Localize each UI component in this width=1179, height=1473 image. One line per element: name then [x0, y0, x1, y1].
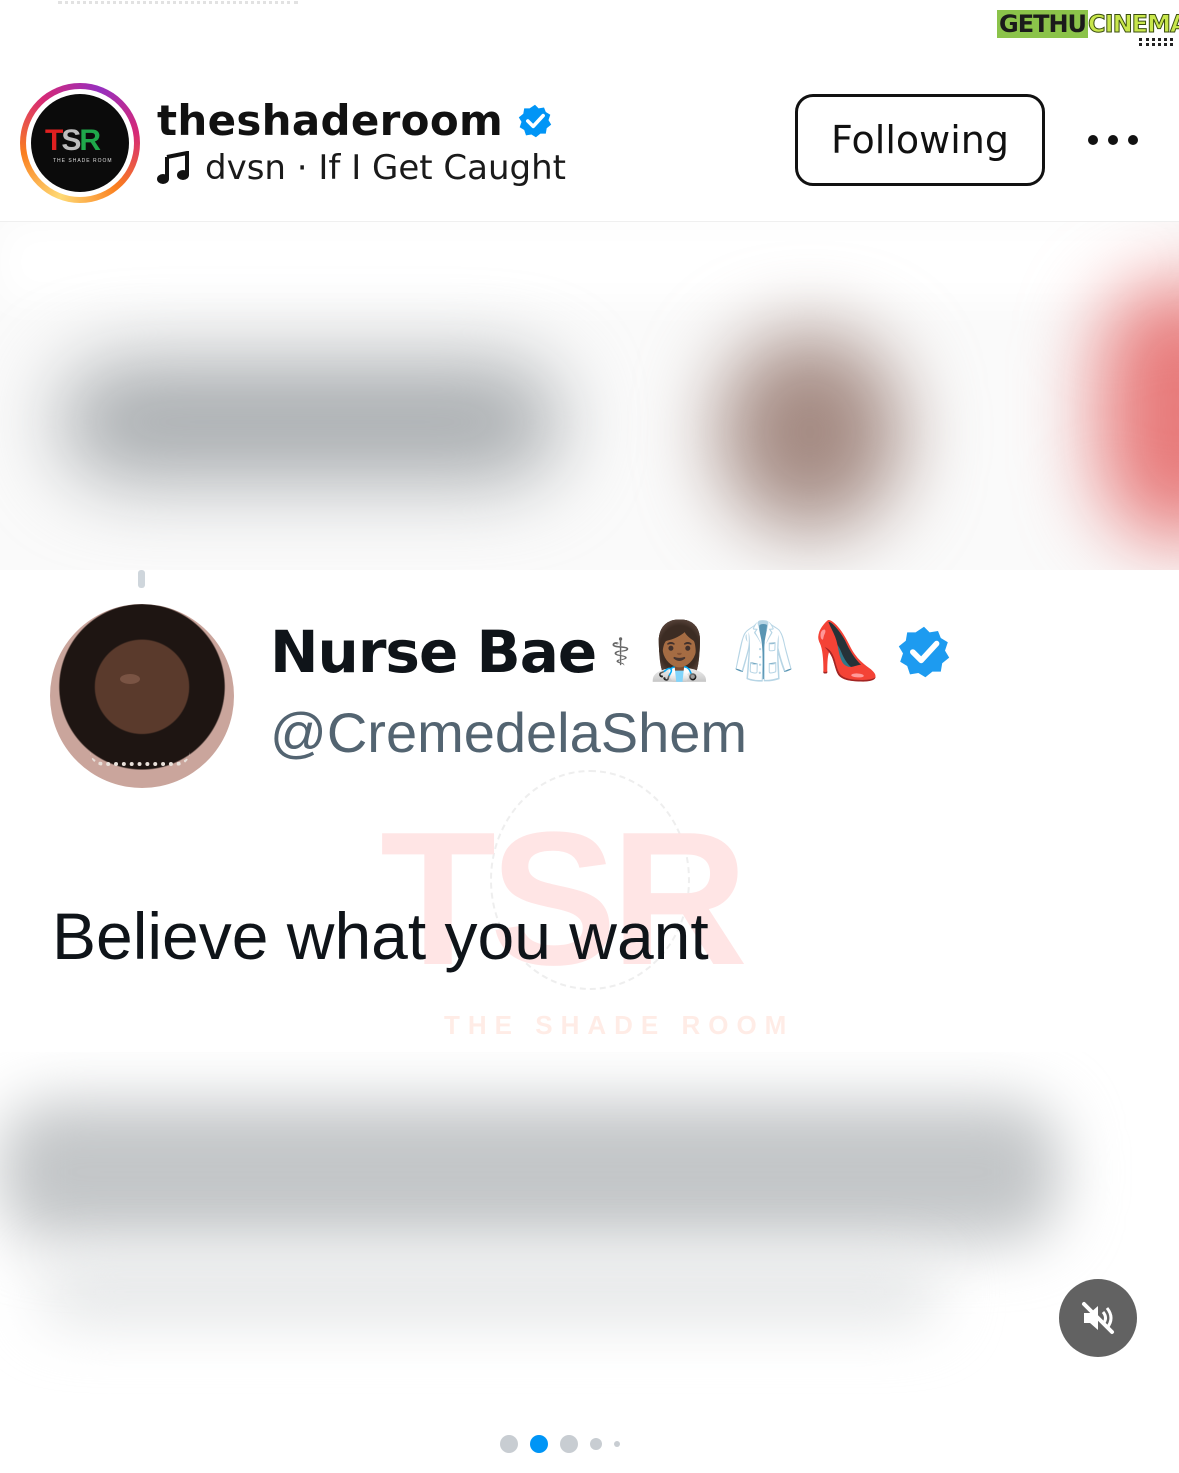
blur-shape	[1100, 282, 1179, 542]
logo-letter-s: S	[61, 124, 81, 157]
logo-letter-r: R	[79, 124, 101, 157]
tweet-card: TSR THE SHADE ROOM Nurse Bae ⚕ 👩🏾‍⚕️ 🥼 👠…	[0, 570, 1179, 1052]
blurred-top-region	[0, 222, 1179, 570]
more-dot	[1088, 135, 1098, 145]
thread-line	[138, 570, 145, 588]
avatar-inner-border: TSR THE SHADE ROOM	[26, 89, 134, 197]
carousel-dot	[559, 1435, 578, 1453]
avatar[interactable]: TSR THE SHADE ROOM	[31, 94, 129, 192]
carousel-dot-active	[529, 1435, 548, 1453]
more-horizontal-icon[interactable]	[1088, 132, 1138, 148]
mute-button[interactable]	[1059, 1279, 1137, 1357]
tweet-text: Believe what you want	[52, 899, 709, 973]
watermark-part2: CINEMA	[1088, 10, 1179, 39]
blurred-bottom-region	[0, 1052, 1179, 1473]
blur-shape	[60, 362, 560, 482]
username[interactable]: theshaderoom	[157, 96, 503, 145]
gethu-cinema-watermark: GETHUCINEMA	[997, 4, 1179, 46]
audio-row[interactable]: dvsn · If I Get Caught	[157, 148, 566, 188]
watermark-text: GETHUCINEMA	[997, 10, 1179, 39]
blur-shape	[40, 1262, 940, 1322]
story-ring[interactable]: TSR THE SHADE ROOM	[20, 83, 140, 203]
carousel-dot	[589, 1438, 602, 1450]
following-button[interactable]: Following	[795, 94, 1045, 186]
tweet-name-row: Nurse Bae ⚕ 👩🏾‍⚕️ 🥼 👠	[270, 618, 952, 686]
username-row: theshaderoom	[157, 96, 553, 145]
tweet-display-name: Nurse Bae	[270, 618, 597, 686]
caduceus-emoji: ⚕	[610, 630, 631, 674]
more-dot	[1128, 135, 1138, 145]
carousel-dot	[499, 1435, 518, 1453]
high-heel-emoji: 👠	[812, 619, 882, 684]
blur-shape	[0, 1102, 1060, 1242]
blur-shape	[0, 222, 1179, 302]
tweet-verified-badge-icon	[898, 626, 950, 678]
avatar-detail	[90, 752, 190, 766]
post-media[interactable]: TSR THE SHADE ROOM Nurse Bae ⚕ 👩🏾‍⚕️ 🥼 👠…	[0, 222, 1179, 1473]
lab-coat-emoji: 🥼	[728, 619, 799, 684]
audio-track: dvsn · If I Get Caught	[205, 148, 567, 188]
film-strip-icon	[1139, 38, 1173, 46]
carousel-indicator	[0, 1435, 1179, 1453]
carousel-dot	[613, 1441, 620, 1447]
avatar-detail	[120, 674, 140, 684]
health-worker-emoji: 👩🏾‍⚕️	[644, 619, 715, 684]
tsr-logo: TSR	[45, 124, 101, 158]
logo-subtitle: THE SHADE ROOM	[53, 158, 113, 164]
cropped-previous-content	[58, 0, 298, 4]
muted-speaker-icon	[1082, 1302, 1114, 1334]
tweet-avatar	[50, 604, 234, 788]
more-dot	[1108, 135, 1118, 145]
logo-letter-t: T	[45, 124, 63, 157]
tweet-handle: @CremedelaShem	[270, 701, 748, 764]
blur-shape	[720, 332, 900, 532]
watermark-part1: GETHU	[997, 10, 1089, 38]
music-note-icon	[157, 151, 189, 184]
verified-badge-icon	[518, 104, 552, 137]
watermark-subtitle: THE SHADE ROOM	[444, 1010, 795, 1040]
post-header: TSR THE SHADE ROOM theshaderoom dvsn · I…	[0, 80, 1179, 222]
